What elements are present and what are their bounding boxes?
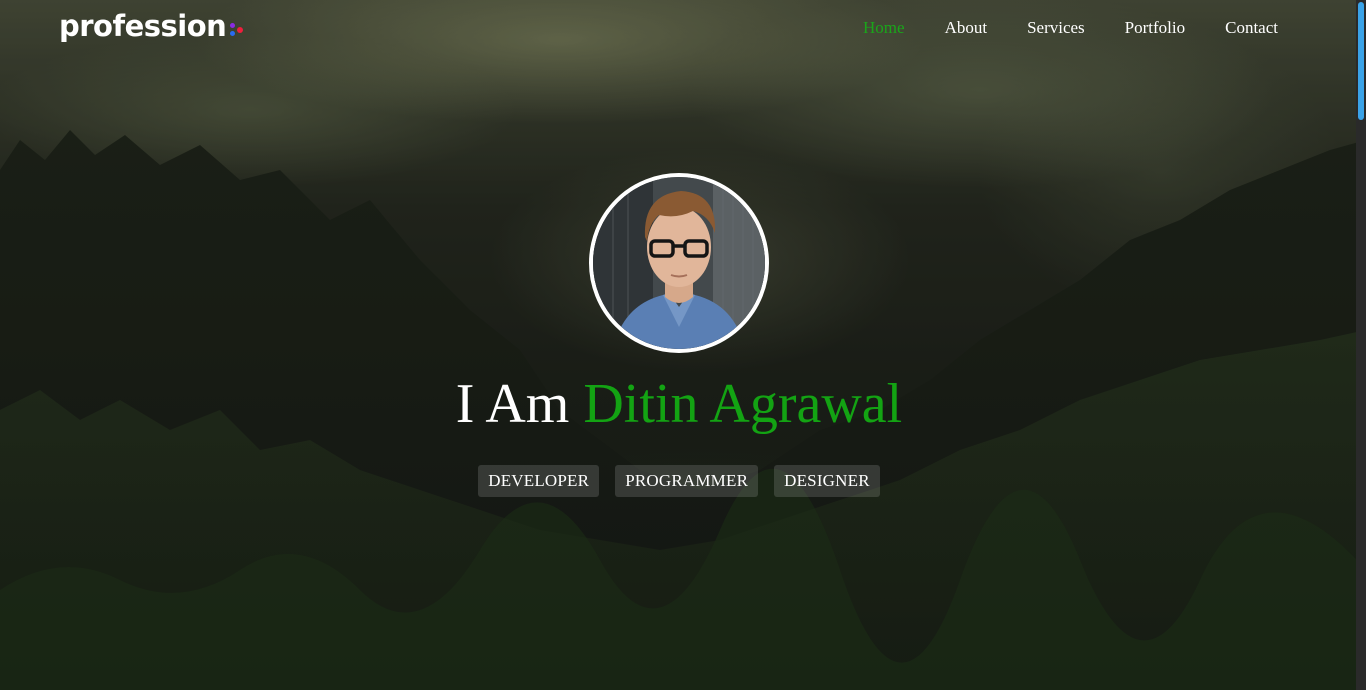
profile-photo [593, 177, 765, 349]
nav-item-contact[interactable]: Contact [1225, 18, 1278, 38]
role-tag-programmer: PROGRAMMER [615, 465, 759, 497]
logo-dots-icon [230, 22, 244, 36]
nav-item-portfolio[interactable]: Portfolio [1125, 18, 1185, 38]
role-tags: DEVELOPER PROGRAMMER DESIGNER [0, 465, 1358, 497]
profile-avatar [589, 173, 769, 353]
hero-headline: I Am Ditin Agrawal [0, 372, 1358, 436]
scrollbar-thumb[interactable] [1358, 2, 1364, 120]
headline-name: Ditin Agrawal [583, 373, 903, 435]
nav-item-services[interactable]: Services [1027, 18, 1085, 38]
navbar: profession Home About Services Portfolio… [0, 0, 1366, 58]
logo-text: profession [59, 9, 227, 43]
page: profession Home About Services Portfolio… [0, 0, 1366, 690]
nav-menu: Home About Services Portfolio Contact [823, 18, 1278, 38]
nav-item-about[interactable]: About [945, 18, 988, 38]
brand-logo[interactable]: profession [59, 9, 244, 43]
role-tag-developer: DEVELOPER [478, 465, 600, 497]
page-scrollbar[interactable] [1356, 0, 1366, 690]
role-tag-designer: DESIGNER [774, 465, 880, 497]
headline-prefix: I Am [455, 373, 570, 435]
nav-item-home[interactable]: Home [863, 18, 905, 38]
